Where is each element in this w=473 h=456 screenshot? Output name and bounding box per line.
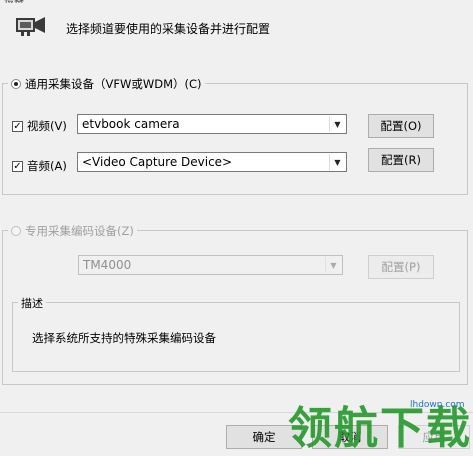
video-label: 视频(V)	[27, 119, 67, 133]
generic-capture-groupbox	[2, 83, 468, 195]
dropdown-arrow-icon[interactable]: ▼	[325, 257, 341, 273]
dedicated-config-label: 配置(P)	[381, 260, 421, 274]
dedicated-capture-label: 专用采集编码设备(Z)	[25, 224, 134, 238]
watermark-url: lhdown.com	[410, 400, 465, 410]
header-description: 选择频道要使用的采集设备并进行配置	[66, 22, 271, 36]
description-title: 描述	[18, 295, 46, 311]
camera-icon	[15, 14, 47, 38]
radio-selected-icon	[11, 79, 21, 89]
generic-capture-radio[interactable]: 通用采集设备（VFW或WDM）(C)	[8, 76, 205, 92]
description-text: 选择系统所支持的特殊采集编码设备	[32, 331, 216, 345]
audio-label: 音频(A)	[27, 159, 67, 173]
dropdown-arrow-icon[interactable]: ▼	[329, 116, 345, 132]
ok-label: 确定	[252, 430, 276, 444]
generic-capture-label: 通用采集设备（VFW或WDM）(C)	[25, 77, 202, 91]
video-device-value: etvbook camera	[82, 117, 180, 131]
dedicated-device-value: TM4000	[83, 258, 132, 272]
dropdown-arrow-icon[interactable]: ▼	[329, 154, 345, 170]
audio-device-value: <Video Capture Device>	[82, 155, 233, 169]
audio-config-button[interactable]: 配置(R)	[368, 148, 434, 172]
dedicated-device-select[interactable]: TM4000 ▼	[78, 255, 343, 275]
radio-unselected-icon	[11, 226, 21, 236]
video-checkbox[interactable]: ✓ 视频(V)	[12, 118, 67, 134]
dedicated-config-button[interactable]: 配置(P)	[368, 255, 434, 279]
audio-config-label: 配置(R)	[381, 153, 421, 167]
top-title-fragment: 设备	[4, 0, 24, 3]
dedicated-capture-radio[interactable]: 专用采集编码设备(Z)	[8, 223, 137, 239]
video-config-label: 配置(O)	[380, 119, 422, 133]
video-device-select[interactable]: etvbook camera ▼	[77, 114, 347, 134]
video-config-button[interactable]: 配置(O)	[368, 114, 434, 138]
audio-device-select[interactable]: <Video Capture Device> ▼	[77, 152, 347, 172]
checkmark-icon: ✓	[12, 120, 23, 132]
checkmark-icon: ✓	[12, 160, 23, 172]
audio-checkbox[interactable]: ✓ 音频(A)	[12, 158, 67, 174]
